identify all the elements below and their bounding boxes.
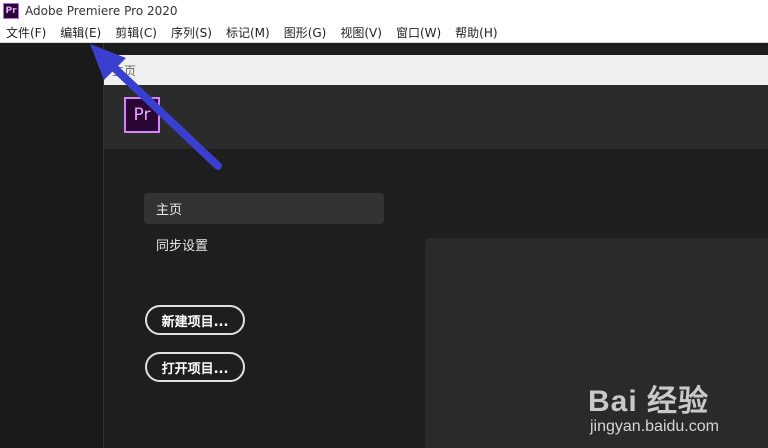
baidu-watermark: Bai 经验 jingyan.baidu.com: [588, 366, 768, 448]
menu-sequence[interactable]: 序列(S): [164, 24, 219, 41]
premiere-app-icon: Pr: [3, 3, 19, 19]
watermark-brand: Bai 经验: [588, 385, 710, 418]
menu-clip[interactable]: 剪辑(C): [108, 24, 164, 41]
open-project-button[interactable]: 打开项目...: [145, 352, 245, 382]
nav-item-home[interactable]: 主页: [144, 193, 384, 224]
menu-file[interactable]: 文件(F): [0, 24, 53, 41]
menu-view[interactable]: 视图(V): [333, 24, 389, 41]
new-project-button[interactable]: 新建项目...: [145, 305, 245, 335]
nav-item-sync-settings[interactable]: 同步设置: [144, 229, 384, 260]
menu-marker[interactable]: 标记(M): [219, 24, 277, 41]
menu-edit[interactable]: 编辑(E): [53, 24, 108, 41]
home-window-tab: 主页: [104, 55, 768, 85]
menu-help[interactable]: 帮助(H): [448, 24, 504, 41]
left-empty-panel: [0, 43, 104, 448]
title-bar: Pr Adobe Premiere Pro 2020: [0, 0, 768, 22]
menu-bar: 文件(F) 编辑(E) 剪辑(C) 序列(S) 标记(M) 图形(G) 视图(V…: [0, 22, 768, 43]
home-header: Pr: [104, 85, 768, 149]
premiere-logo: Pr: [124, 97, 160, 133]
watermark-url: jingyan.baidu.com: [590, 418, 719, 435]
window-title: Adobe Premiere Pro 2020: [25, 4, 178, 18]
menu-window[interactable]: 窗口(W): [389, 24, 448, 41]
menu-graphics[interactable]: 图形(G): [277, 24, 334, 41]
home-tab-label: 主页: [112, 63, 137, 78]
